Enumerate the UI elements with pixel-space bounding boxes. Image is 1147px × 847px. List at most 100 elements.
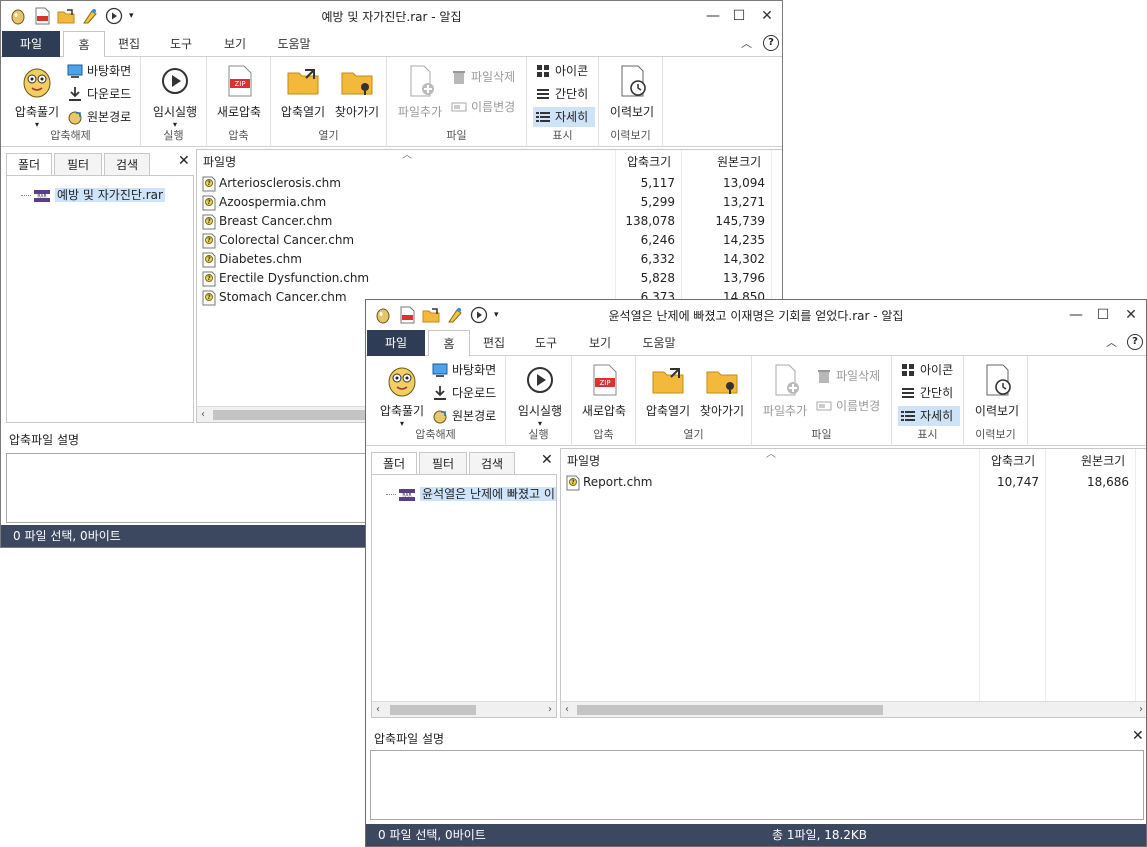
original-path-icon (67, 109, 83, 125)
table-row[interactable]: Breast Cancer.chm 138,078 145,739 (197, 212, 782, 231)
rename-button[interactable]: 이름변경 (449, 97, 515, 117)
find-button[interactable]: 찾아가기 (329, 63, 385, 120)
detail-view-button[interactable]: 자세히 (533, 107, 595, 127)
table-row[interactable]: Diabetes.chm 6,332 14,302 (197, 250, 782, 269)
file-name: Diabetes.chm (219, 252, 302, 266)
maximize-button[interactable]: ☐ (729, 6, 749, 26)
tab-file[interactable]: 파일 (2, 31, 60, 57)
minimize-button[interactable]: — (1066, 305, 1086, 325)
ribbon-collapse-icon[interactable]: ︿ (741, 35, 752, 51)
tab-home[interactable]: 홈 (428, 330, 470, 357)
column-header-compressed[interactable]: 압축크기 (627, 153, 671, 170)
tab-filter[interactable]: 필터 (54, 153, 102, 175)
column-header-name[interactable]: 파일명 (567, 452, 600, 469)
column-header-name[interactable]: 파일명 (203, 153, 236, 170)
new-archive-button[interactable]: 새로압축 (211, 63, 267, 120)
tab-file[interactable]: 파일 (367, 330, 425, 356)
tree-node-archive[interactable]: 예방 및 자가진단.rar (21, 186, 165, 204)
scrollbar-thumb[interactable] (390, 705, 476, 715)
tab-folder[interactable]: 폴더 (371, 452, 417, 475)
icon-view-button[interactable]: 아이콘 (898, 360, 958, 380)
open-archive-button[interactable]: 압축열기 (275, 63, 331, 120)
table-row[interactable]: Azoospermia.chm 5,299 13,271 (197, 193, 782, 212)
history-button[interactable]: 이력보기 (968, 362, 1026, 419)
folder-open-icon (650, 362, 686, 398)
mascot-icon (19, 63, 55, 99)
ribbon-collapse-icon[interactable]: ︿ (1106, 334, 1117, 350)
table-row[interactable]: Erectile Dysfunction.chm 5,828 13,796 (197, 269, 782, 288)
table-row[interactable]: Report.chm 10,747 18,686 (561, 473, 1146, 492)
description-box[interactable] (370, 750, 1144, 820)
original-path-button[interactable]: 원본경로 (65, 107, 131, 127)
tab-filter[interactable]: 필터 (419, 452, 467, 474)
history-button[interactable]: 이력보기 (603, 63, 661, 120)
add-file-button[interactable]: 파일추가 (391, 63, 449, 120)
close-pane-icon[interactable]: ✕ (541, 452, 553, 468)
run-temp-button[interactable]: 임시실행 ▾ (512, 362, 568, 428)
rename-icon (816, 398, 832, 414)
desktop-icon (432, 362, 448, 378)
tab-edit[interactable]: 편집 (109, 31, 149, 57)
tab-help[interactable]: 도움말 (634, 330, 684, 356)
tree-horizontal-scrollbar[interactable]: ‹ › (372, 701, 556, 717)
folder-pane-tabs: 폴더 필터 검색 ✕ (6, 153, 194, 176)
download-button[interactable]: 다운로드 (430, 383, 496, 403)
table-row[interactable]: Arteriosclerosis.chm 5,117 13,094 (197, 174, 782, 193)
tab-search[interactable]: 검색 (104, 153, 150, 175)
tab-folder[interactable]: 폴더 (6, 153, 52, 176)
simple-view-button[interactable]: 간단히 (533, 84, 593, 104)
close-pane-icon[interactable]: ✕ (178, 153, 190, 169)
delete-file-button[interactable]: 파일삭제 (814, 366, 880, 386)
new-archive-button[interactable]: 새로압축 (576, 362, 632, 419)
find-button[interactable]: 찾아가기 (694, 362, 750, 419)
icon-view-button[interactable]: 아이콘 (533, 61, 593, 81)
scroll-left-icon[interactable]: ‹ (565, 702, 569, 717)
delete-file-button[interactable]: 파일삭제 (449, 67, 515, 87)
close-button[interactable]: ✕ (1121, 305, 1141, 325)
maximize-button[interactable]: ☐ (1093, 305, 1113, 325)
simple-view-button[interactable]: 간단히 (898, 383, 958, 403)
help-icon[interactable]: ? (1127, 334, 1143, 350)
tab-help[interactable]: 도움말 (269, 31, 319, 57)
open-archive-button[interactable]: 압축열기 (640, 362, 696, 419)
run-temp-button[interactable]: 임시실행 ▾ (147, 63, 203, 129)
folder-location-icon (339, 63, 375, 99)
tab-home[interactable]: 홈 (63, 31, 105, 58)
detail-view-button[interactable]: 자세히 (898, 406, 960, 426)
help-icon[interactable]: ? (763, 35, 779, 51)
scrollbar-thumb[interactable] (577, 705, 883, 715)
desktop-button[interactable]: 바탕화면 (430, 360, 496, 380)
tab-search[interactable]: 검색 (469, 452, 515, 474)
close-button[interactable]: ✕ (757, 6, 777, 26)
scroll-right-icon[interactable]: › (1139, 702, 1143, 717)
extract-button[interactable]: 압축풀기 ▾ (9, 63, 65, 129)
column-header-original[interactable]: 원본크기 (717, 153, 761, 170)
file-original-size: 14,302 (723, 252, 765, 266)
tab-tools[interactable]: 도구 (526, 330, 566, 356)
minimize-button[interactable]: — (703, 6, 723, 26)
tab-view[interactable]: 보기 (215, 31, 255, 57)
desktop-button[interactable]: 바탕화면 (65, 61, 131, 81)
scroll-right-icon[interactable]: › (548, 702, 552, 717)
tab-tools[interactable]: 도구 (161, 31, 201, 57)
scroll-left-icon[interactable]: ‹ (376, 702, 380, 717)
file-list-header: 파일명 ︿ 압축크기 원본크기 (197, 150, 782, 172)
download-button[interactable]: 다운로드 (65, 84, 131, 104)
window-title: 예방 및 자가진단.rar - 알집 (321, 10, 462, 24)
column-header-original[interactable]: 원본크기 (1081, 452, 1125, 469)
add-file-button[interactable]: 파일추가 (756, 362, 814, 419)
table-row[interactable]: Colorectal Cancer.chm 6,246 14,235 (197, 231, 782, 250)
original-path-button[interactable]: 원본경로 (430, 406, 496, 426)
tab-edit[interactable]: 편집 (474, 330, 514, 356)
scroll-left-icon[interactable]: ‹ (201, 407, 205, 422)
group-view: 아이콘 간단히 자세히 표시 (527, 57, 599, 147)
rename-button[interactable]: 이름변경 (814, 396, 880, 416)
tab-view[interactable]: 보기 (580, 330, 620, 356)
file-compressed-size: 10,747 (997, 475, 1039, 489)
extract-button[interactable]: 압축풀기 ▾ (374, 362, 430, 428)
column-header-compressed[interactable]: 압축크기 (991, 452, 1035, 469)
tree-node-archive[interactable]: 윤석열은 난제에 빠졌고 이 (386, 485, 556, 503)
close-description-icon[interactable]: ✕ (1132, 728, 1144, 744)
horizontal-scrollbar[interactable]: ‹ › (561, 701, 1146, 717)
file-original-size: 13,094 (723, 176, 765, 190)
